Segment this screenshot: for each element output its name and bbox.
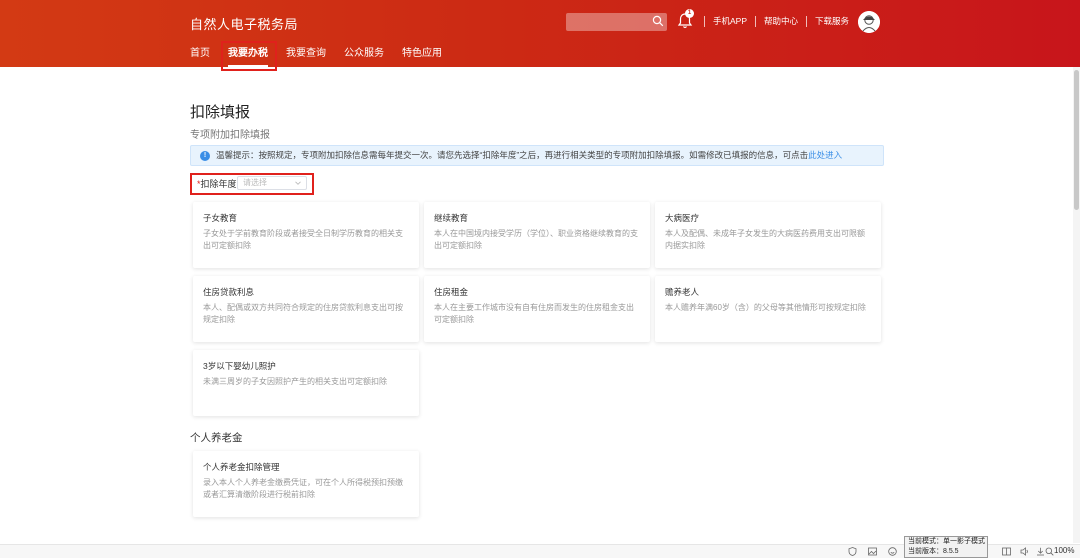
user-avatar[interactable] [858, 11, 880, 33]
card-desc: 本人、配偶或双方共同符合规定的住房贷款利息支出可按规定扣除 [203, 303, 403, 324]
smile-icon[interactable] [888, 547, 897, 556]
year-label: *扣除年度 [197, 177, 237, 190]
notification-badge: 1 [685, 9, 694, 18]
window-icon[interactable] [1002, 547, 1011, 556]
card-infant-care[interactable]: 3岁以下婴幼儿照护 未满三周岁的子女因照护产生的相关支出可定额扣除 [193, 350, 419, 416]
card-housing-loan-interest[interactable]: 住房贷款利息 本人、配偶或双方共同符合规定的住房贷款利息支出可按规定扣除 [193, 276, 419, 342]
tooltip-mode: 当前模式：单一影子模式 [908, 538, 985, 545]
card-title: 住房租金 [434, 287, 469, 297]
deduction-year-select[interactable]: 请选择 [237, 176, 307, 190]
image-icon[interactable] [868, 547, 877, 556]
mobile-app-link[interactable]: 手机APP [713, 16, 747, 27]
year-label-text: 扣除年度 [200, 179, 237, 189]
header-separator [755, 16, 756, 27]
card-title: 大病医疗 [665, 213, 700, 223]
card-desc: 子女处于学前教育阶段或者接受全日制学历教育的相关支出可定额扣除 [203, 229, 403, 250]
header-separator [704, 16, 705, 27]
year-select-placeholder: 请选择 [243, 178, 267, 187]
zoom-level[interactable]: 100% [1054, 546, 1074, 555]
nav-home[interactable]: 首页 [190, 47, 210, 61]
card-title: 个人养老金扣除管理 [203, 462, 280, 472]
card-title: 子女教育 [203, 213, 238, 223]
card-title: 赡养老人 [665, 287, 700, 297]
section-title-special-deduction: 专项附加扣除填报 [190, 130, 270, 141]
mode-tooltip: 当前模式：单一影子模式 当前版本：8.5.5 [904, 536, 988, 558]
card-title: 3岁以下婴幼儿照护 [203, 361, 276, 371]
card-desc: 本人在主要工作城市没有自有住房而发生的住房租金支出可定额扣除 [434, 303, 634, 324]
page-title: 扣除填报 [190, 104, 251, 121]
card-children-education[interactable]: 子女教育 子女处于学前教育阶段或者接受全日制学历教育的相关支出可定额扣除 [193, 202, 419, 268]
tooltip-version: 当前版本：8.5.5 [908, 548, 959, 555]
nav-public-service[interactable]: 公众服务 [344, 47, 384, 61]
card-pension-deduction[interactable]: 个人养老金扣除管理 录入本人个人养老金缴费凭证，可在个人所得税预扣预缴或者汇算清… [193, 451, 419, 517]
card-elderly-support[interactable]: 赡养老人 本人赡养年满60岁（含）的父母等其他情形可按规定扣除 [655, 276, 881, 342]
download-service-link[interactable]: 下载服务 [815, 16, 849, 27]
search-icon[interactable] [652, 15, 664, 27]
notice-link[interactable]: 此处进入 [808, 150, 842, 160]
card-desc: 本人及配偶、未成年子女发生的大病医药费用支出可限额内据实扣除 [665, 229, 865, 250]
top-header: 自然人电子税务局 首页 我要办税 我要查询 公众服务 特色应用 [0, 0, 1080, 67]
nav-highlight-box [221, 41, 277, 71]
card-desc: 本人赡养年满60岁（含）的父母等其他情形可按规定扣除 [665, 303, 866, 312]
card-serious-illness[interactable]: 大病医疗 本人及配偶、未成年子女发生的大病医药费用支出可限额内据实扣除 [655, 202, 881, 268]
download-icon[interactable] [1036, 547, 1045, 556]
sound-icon[interactable] [1020, 547, 1029, 556]
help-center-link[interactable]: 帮助中心 [764, 16, 798, 27]
card-continuing-education[interactable]: 继续教育 本人在中国境内接受学历（学位）、职业资格继续教育的支出可定额扣除 [424, 202, 650, 268]
card-housing-rent[interactable]: 住房租金 本人在主要工作城市没有自有住房而发生的住房租金支出可定额扣除 [424, 276, 650, 342]
section-title-pension: 个人养老金 [190, 432, 243, 444]
notice-text: 温馨提示：按照规定，专项附加扣除信息需每年提交一次。请您先选择“扣除年度”之后，… [216, 150, 809, 160]
card-title: 住房贷款利息 [203, 287, 255, 297]
nav-query[interactable]: 我要查询 [286, 47, 326, 61]
card-desc: 录入本人个人养老金缴费凭证，可在个人所得税预扣预缴或者汇算清缴阶段进行税前扣除 [203, 478, 403, 499]
card-desc: 本人在中国境内接受学历（学位）、职业资格继续教育的支出可定额扣除 [434, 229, 638, 250]
chevron-down-icon [295, 181, 301, 185]
nav-special-apps[interactable]: 特色应用 [402, 47, 442, 61]
scrollbar-thumb[interactable] [1074, 70, 1079, 210]
card-title: 继续教育 [434, 213, 469, 223]
zoom-icon[interactable] [1045, 547, 1054, 556]
site-brand[interactable]: 自然人电子税务局 [190, 14, 298, 33]
info-icon: ! [200, 151, 210, 161]
avatar-icon [858, 11, 880, 33]
header-separator [806, 16, 807, 27]
shield-icon[interactable] [848, 547, 857, 556]
card-desc: 未满三周岁的子女因照护产生的相关支出可定额扣除 [203, 377, 387, 386]
notice-banner: ! 温馨提示：按照规定，专项附加扣除信息需每年提交一次。请您先选择“扣除年度”之… [190, 145, 884, 166]
